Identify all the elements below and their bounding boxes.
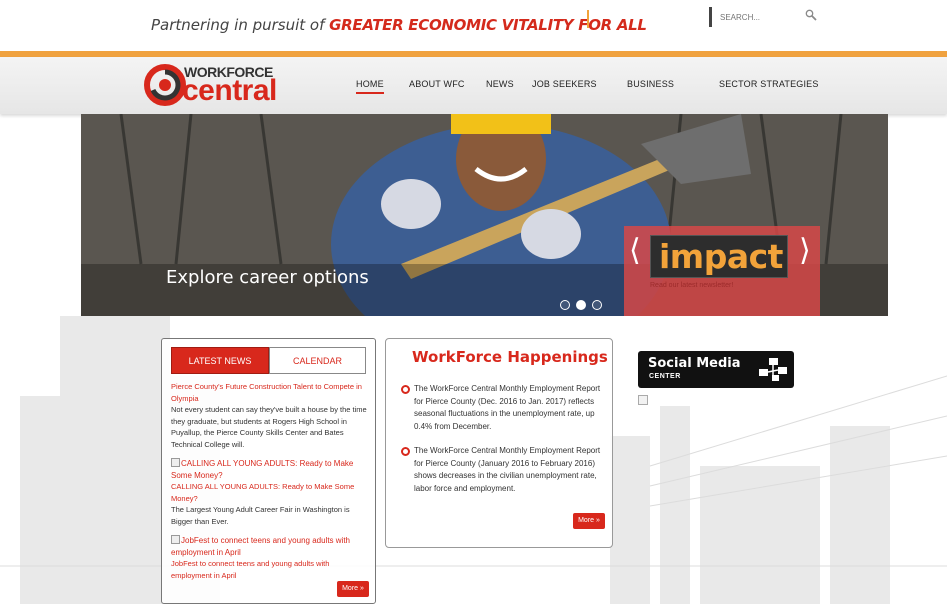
broken-image-icon (171, 458, 180, 467)
tagline-strong: GREATER ECONOMIC VITALITY FOR ALL (329, 16, 647, 34)
happenings-title: WorkForce Happenings (412, 348, 608, 366)
network-icon (759, 358, 787, 381)
tab-latest-news[interactable]: LATEST NEWS (171, 347, 269, 374)
slider-dot-1[interactable] (560, 300, 570, 310)
social-line-1: Social Media (648, 356, 741, 371)
tab-calendar[interactable]: CALENDAR (269, 347, 366, 374)
circle-bullet-icon (401, 385, 410, 394)
magnifier-icon[interactable] (805, 9, 817, 21)
happenings-more-button[interactable]: More » (573, 513, 605, 529)
slider-dot-2[interactable] (576, 300, 586, 310)
news-item-2-text: The Largest Young Adult Career Fair in W… (171, 505, 350, 526)
site-header: WORKFORCE central HOME ABOUT WFC NEWS JO… (0, 57, 947, 114)
news-item-1-text: Not every student can say they've built … (171, 405, 367, 449)
impact-word: impact (659, 237, 783, 276)
happenings-item-1[interactable]: The WorkForce Central Monthly Employment… (401, 383, 601, 433)
news-list: Pierce County's Future Construction Tale… (171, 381, 371, 581)
news-item-1-title[interactable]: Pierce County's Future Construction Tale… (171, 381, 371, 404)
social-line-2: CENTER (649, 373, 681, 380)
tagline-accent-mark (587, 10, 589, 28)
news-item-2-title[interactable]: CALLING ALL YOUNG ADULTS: Ready to Make … (171, 481, 371, 504)
impact-newsletter-box[interactable]: ⟨ impact ⟩ Read our latest newsletter! (624, 226, 820, 328)
broken-image-icon (638, 395, 648, 405)
nav-about[interactable]: ABOUT WFC (409, 79, 465, 89)
nav-business[interactable]: BUSINESS (627, 79, 674, 89)
slider-dot-3[interactable] (592, 300, 602, 310)
circle-bullet-icon (401, 447, 410, 456)
happenings-item-1-text: The WorkForce Central Monthly Employment… (414, 384, 601, 431)
happenings-item-2-text: The WorkForce Central Monthly Employment… (414, 446, 601, 493)
slider-dots (560, 300, 608, 312)
hero-caption[interactable]: Explore career options (166, 267, 369, 288)
news-item-2-image-alt: CALLING ALL YOUNG ADULTS: Ready to Make … (171, 459, 354, 480)
news-item-2-image[interactable]: CALLING ALL YOUNG ADULTS: Ready to Make … (171, 458, 371, 481)
news-item-3-image-alt: JobFest to connect teens and young adult… (171, 536, 350, 557)
tagline-lead: Partnering in pursuit of (151, 16, 330, 34)
latest-news-panel: LATEST NEWS CALENDAR Pierce County's Fut… (161, 338, 376, 604)
happenings-item-2[interactable]: The WorkForce Central Monthly Employment… (401, 445, 601, 495)
impact-banner: impact (650, 235, 788, 278)
nav-sector-strategies[interactable]: SECTOR STRATEGIES (719, 79, 819, 89)
broken-image-icon (171, 535, 180, 544)
nav-home[interactable]: HOME (356, 79, 384, 94)
search-bar (709, 7, 819, 27)
top-strip: Partnering in pursuit of GREATER ECONOMI… (0, 0, 947, 51)
news-more-button[interactable]: More » (337, 581, 369, 597)
nav-news[interactable]: NEWS (486, 79, 514, 89)
impact-left-arrow[interactable]: ⟨ (629, 236, 641, 266)
impact-subtext[interactable]: Read our latest newsletter! (650, 282, 733, 289)
happenings-panel: WorkForce Happenings The WorkForce Centr… (385, 338, 613, 548)
social-media-center-button[interactable]: Social Media CENTER (638, 351, 794, 388)
main-nav: HOME ABOUT WFC NEWS JOB SEEKERS BUSINESS… (0, 79, 947, 94)
nav-job-seekers[interactable]: JOB SEEKERS (532, 79, 597, 89)
news-item-3-title[interactable]: JobFest to connect teens and young adult… (171, 558, 371, 581)
search-input[interactable] (720, 9, 796, 25)
tagline: Partnering in pursuit of GREATER ECONOMI… (151, 16, 647, 34)
news-item-3-image[interactable]: JobFest to connect teens and young adult… (171, 535, 371, 558)
impact-right-arrow[interactable]: ⟩ (799, 236, 811, 266)
